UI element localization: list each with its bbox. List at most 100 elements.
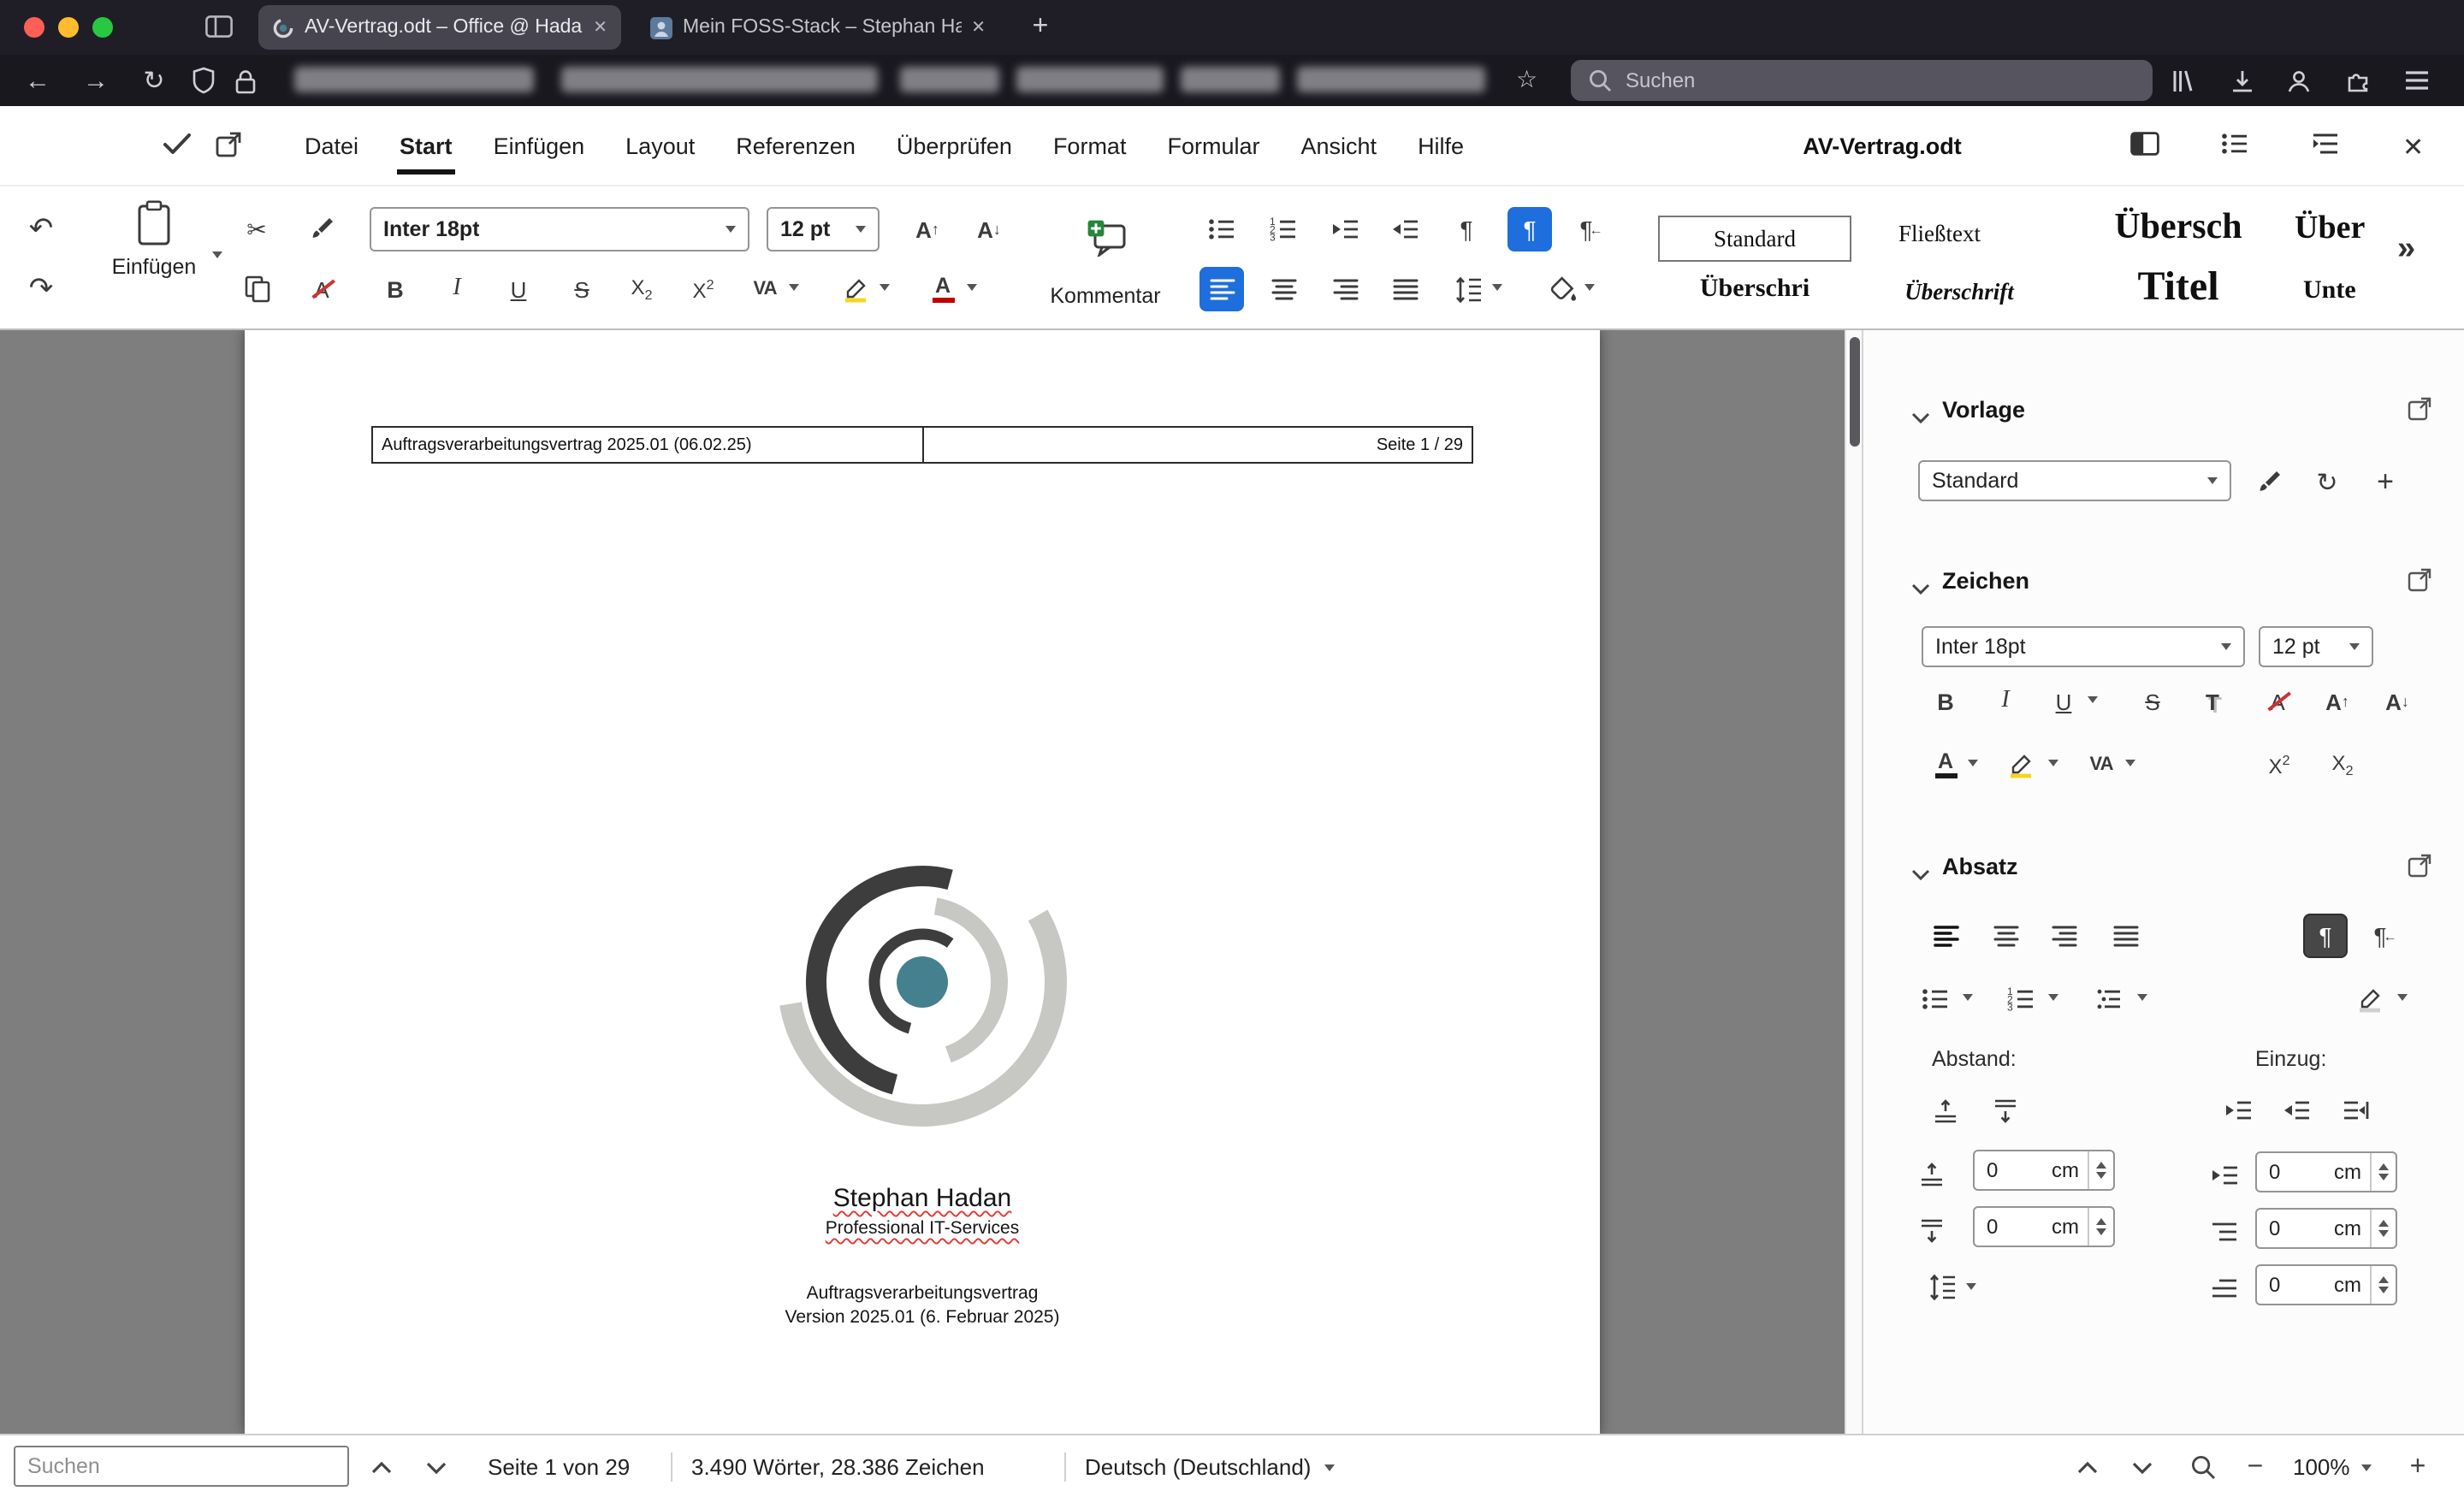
zoom-out-button[interactable]: − (2233, 1447, 2277, 1487)
menu-formular[interactable]: Formular (1167, 133, 1259, 158)
shrink-font-icon[interactable]: A ↓ (2372, 679, 2423, 724)
chevron-down-icon[interactable] (967, 284, 977, 291)
tab-close-icon[interactable]: ✕ (593, 18, 607, 37)
header-cell-left[interactable]: Auftragsverarbeitungsvertrag 2025.01 (06… (373, 428, 921, 462)
font-size-select[interactable]: 12 pt (767, 207, 880, 251)
justify-button[interactable] (1383, 267, 1427, 311)
close-document-icon[interactable]: ✕ (2402, 132, 2424, 163)
font-color-icon[interactable]: A (921, 267, 965, 311)
back-button[interactable]: ← (15, 60, 60, 101)
underline-button[interactable]: U (496, 267, 541, 311)
open-dialog-icon[interactable] (2408, 568, 2431, 601)
first-line-indent-value[interactable]: 0 (2269, 1273, 2280, 1297)
stepper[interactable] (2088, 1151, 2113, 1189)
new-style-icon[interactable]: + (2363, 460, 2408, 505)
align-center-button[interactable] (1983, 914, 2028, 958)
extensions-puzzle-icon[interactable] (2334, 60, 2378, 101)
sidebar-font-size-select[interactable]: 12 pt (2259, 626, 2373, 667)
collapse-section-chevron-icon[interactable] (1911, 573, 1930, 604)
menu-start[interactable]: Start (396, 133, 456, 174)
more-styles-chevron-icon[interactable]: » (2397, 231, 2415, 269)
reload-button[interactable]: ↻ (132, 60, 176, 101)
grow-font-icon[interactable]: A ↑ (2312, 679, 2363, 724)
library-icon[interactable] (2161, 60, 2206, 101)
chevron-down-icon[interactable] (880, 284, 890, 291)
font-name-select[interactable]: Inter 18pt (370, 207, 749, 251)
menu-ueberpruefen[interactable]: Überprüfen (897, 133, 1012, 158)
paragraph-style-select[interactable]: Standard (1918, 460, 2231, 501)
underline-button[interactable]: U (2041, 679, 2086, 724)
outline-list-icon[interactable] (2088, 977, 2132, 1021)
chevron-down-icon[interactable] (2048, 760, 2058, 766)
chevron-down-icon[interactable] (212, 251, 222, 258)
indent-after-input[interactable]: 0 cm (2255, 1208, 2397, 1249)
align-right-button[interactable] (2041, 914, 2086, 958)
spacing-above-value[interactable]: 0 (1987, 1158, 1998, 1182)
indent-before-value[interactable]: 0 (2269, 1160, 2280, 1184)
page-indicator[interactable]: Seite 1 von 29 (488, 1435, 630, 1497)
chevron-down-icon[interactable] (1584, 284, 1595, 291)
paste-button[interactable]: Einfügen (96, 200, 212, 317)
style-titel[interactable]: Titel (2050, 265, 2307, 311)
style-untertitel[interactable]: Unte (2303, 277, 2389, 306)
stepper[interactable] (2370, 1210, 2396, 1247)
clear-formatting-icon[interactable]: A (299, 267, 344, 311)
open-in-new-window-icon[interactable] (216, 132, 241, 166)
menu-ansicht[interactable]: Ansicht (1301, 133, 1377, 158)
collapse-section-chevron-icon[interactable] (1911, 402, 1930, 433)
downloads-icon[interactable] (2219, 60, 2264, 101)
search-previous-icon[interactable] (359, 1447, 404, 1487)
stepper[interactable] (2088, 1208, 2113, 1246)
scroll-up-icon[interactable] (2065, 1447, 2110, 1487)
zoom-window-button[interactable] (92, 17, 113, 38)
decrease-paragraph-spacing-icon[interactable] (1983, 1088, 2028, 1133)
paragraph-rtl-toggle[interactable]: ¶ ← (2363, 914, 2408, 958)
subscript-button[interactable]: X2 (619, 267, 664, 311)
character-spacing-button[interactable]: VA (743, 267, 787, 311)
menu-datei[interactable]: Datei (305, 133, 358, 158)
scroll-down-icon[interactable] (2120, 1447, 2165, 1487)
line-spacing-icon[interactable] (1446, 267, 1490, 311)
tab-close-icon[interactable]: ✕ (971, 18, 986, 37)
increase-indent-icon[interactable] (2216, 1088, 2260, 1133)
chevron-down-icon[interactable] (1966, 1283, 1976, 1290)
minimize-window-button[interactable] (58, 17, 79, 38)
close-window-button[interactable] (24, 17, 44, 38)
forward-button[interactable]: → (74, 60, 118, 101)
collapse-section-chevron-icon[interactable] (1911, 859, 1930, 890)
browser-tab-foss-stack[interactable]: Mein FOSS-Stack – Stephan Ha ✕ (637, 5, 999, 50)
shadow-button[interactable]: T (2190, 679, 2235, 724)
document-canvas[interactable]: Auftragsverarbeitungsvertrag 2025.01 (06… (0, 330, 1845, 1434)
word-count[interactable]: 3.490 Wörter, 28.386 Zeichen (691, 1435, 985, 1497)
stepper[interactable] (2370, 1266, 2396, 1304)
add-comment-icon[interactable] (1081, 214, 1133, 262)
bullet-list-icon[interactable] (2221, 132, 2248, 164)
section-absatz-title[interactable]: Absatz (1942, 854, 2018, 879)
zoom-level[interactable]: 100% (2293, 1435, 2372, 1497)
spacing-below-input[interactable]: 0 cm (1973, 1206, 2115, 1247)
style-ueberschrift-1[interactable]: Übersch (2050, 205, 2307, 248)
decrease-indent-icon[interactable] (2274, 1088, 2319, 1133)
increase-indent-icon[interactable] (1323, 207, 1367, 251)
lock-icon[interactable] (222, 60, 267, 101)
background-color-icon[interactable] (1540, 267, 1584, 311)
superscript-button[interactable]: X2 (681, 267, 726, 311)
paragraph-ltr-toggle[interactable]: ¶ (2303, 914, 2348, 958)
browser-search-field[interactable]: Suchen (1571, 60, 2153, 101)
update-style-icon[interactable] (2247, 460, 2291, 505)
url-bar[interactable] (270, 55, 1513, 106)
paragraph-mark-icon[interactable]: ¶ (1444, 207, 1489, 251)
page-header-table[interactable]: Auftragsverarbeitungsvertrag 2025.01 (06… (371, 426, 1473, 464)
chevron-down-icon[interactable] (2125, 760, 2135, 766)
menu-einfuegen[interactable]: Einfügen (494, 133, 585, 158)
numbered-list-icon[interactable]: 123 (1999, 977, 2043, 1021)
style-standard[interactable]: Standard (1658, 216, 1851, 262)
vertical-scrollbar[interactable] (1845, 330, 1862, 1434)
chevron-down-icon[interactable] (1963, 994, 1973, 1001)
italic-button[interactable]: I (1983, 679, 2028, 724)
align-right-button[interactable] (1323, 267, 1367, 311)
search-next-icon[interactable] (414, 1447, 459, 1487)
new-tab-button[interactable]: + (1020, 9, 1061, 46)
grow-font-icon[interactable]: A ↑ (902, 207, 953, 251)
menu-hilfe[interactable]: Hilfe (1418, 133, 1464, 158)
